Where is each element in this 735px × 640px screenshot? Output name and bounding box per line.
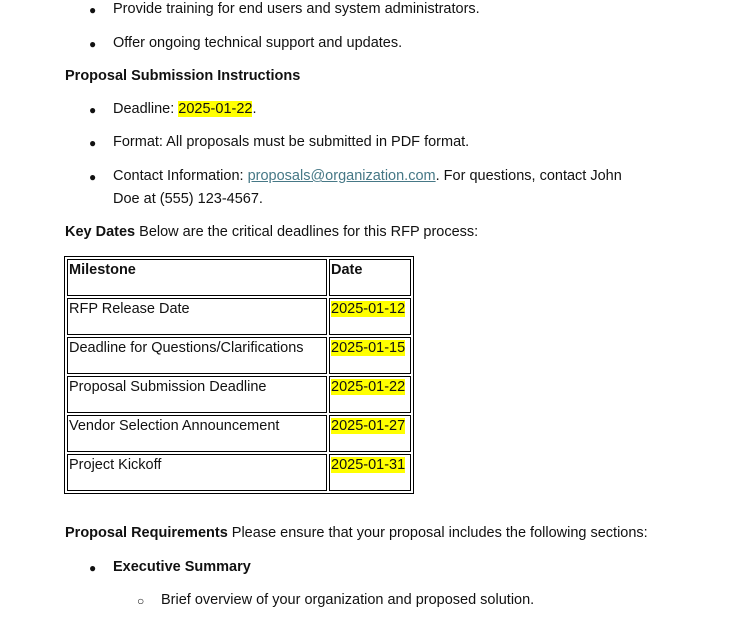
bullet-icon: ● [89,170,97,184]
bullet-icon: ● [89,37,97,51]
key-dates-text: Below are the critical deadlines for thi… [135,224,479,240]
date-cell: 2025-01-27 [331,418,406,434]
deadline-item: Deadline: 2025-01-22. [113,99,257,119]
table-row: Vendor Selection Announcement 2025-01-27 [67,415,411,452]
punct: . [252,101,257,117]
date-cell: 2025-01-22 [331,379,406,395]
sub-list-item: Brief overview of your organization and … [161,592,535,608]
format-item: Format: All proposals must be submitted … [113,134,470,150]
requirements-text: Please ensure that your proposal include… [227,525,648,541]
date-cell: 2025-01-31 [331,457,406,473]
milestone-cell: Vendor Selection Announcement [67,415,327,452]
header-milestone: Milestone [67,259,327,296]
table-row: Project Kickoff 2025-01-31 [67,454,411,491]
deadline-label: Deadline: [113,101,179,117]
bullet-icon: ● [89,3,97,17]
bullet-icon: ● [89,103,97,117]
list-item: Offer ongoing technical support and upda… [113,35,403,51]
contact-text-cont: Doe at (555) 123-4567. [113,191,263,207]
date-cell: 2025-01-15 [331,340,406,356]
key-dates-heading: Key Dates [65,224,136,240]
submission-heading: Proposal Submission Instructions [65,68,301,84]
header-date: Date [329,259,411,296]
list-item: Executive Summary [113,559,251,575]
email-link[interactable]: proposals@organization.com [248,168,436,184]
contact-item: Contact Information: proposals@organizat… [113,166,622,186]
table-row: RFP Release Date 2025-01-12 [67,298,411,335]
list-item: Provide training for end users and syste… [113,1,480,17]
requirements-heading: Proposal Requirements [65,525,228,541]
table-header-row: Milestone Date [67,259,411,296]
key-dates-para: Key Dates Below are the critical deadlin… [65,222,478,242]
deadline-date: 2025-01-22 [178,101,253,117]
bullet-icon: ● [89,136,97,150]
table-row: Deadline for Questions/Clarifications 202… [67,337,411,374]
milestone-cell: Project Kickoff [67,454,327,491]
contact-label: Contact Information: [113,168,248,184]
contact-text: . For questions, contact John [435,168,622,184]
table-row: Proposal Submission Deadline 2025-01-22 [67,376,411,413]
circle-bullet-icon: ○ [137,594,145,608]
milestone-cell: Deadline for Questions/Clarifications [67,337,327,374]
date-cell: 2025-01-12 [331,301,406,317]
milestone-cell: RFP Release Date [67,298,327,335]
milestone-cell: Proposal Submission Deadline [67,376,327,413]
requirements-para: Proposal Requirements Please ensure that… [65,523,648,543]
bullet-icon: ● [89,561,97,575]
key-dates-table: Milestone Date RFP Release Date 2025-01-12… [64,256,414,494]
